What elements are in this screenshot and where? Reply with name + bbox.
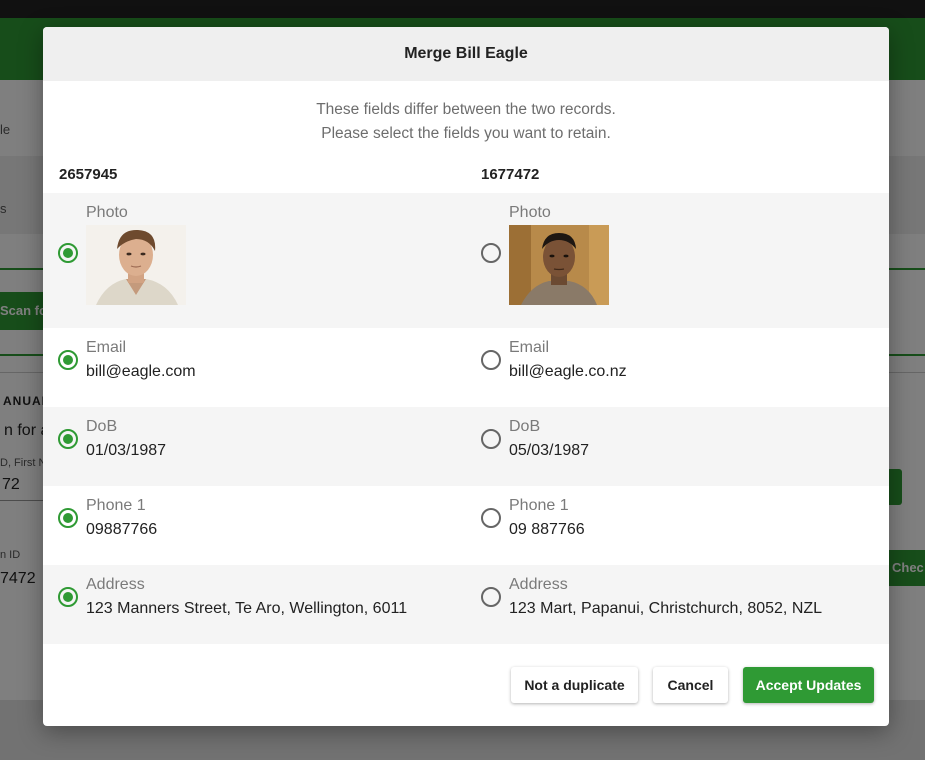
right-email-option: Email bill@eagle.co.nz xyxy=(466,328,889,407)
right-photo-option: Photo xyxy=(466,193,889,328)
left-address-radio[interactable] xyxy=(58,587,78,607)
field-label: Phone 1 xyxy=(509,497,569,514)
field-label: DoB xyxy=(509,418,541,435)
left-email-option: Email bill@eagle.com xyxy=(43,328,466,407)
left-address-option: Address 123 Manners Street, Te Aro, Well… xyxy=(43,565,466,644)
cancel-button[interactable]: Cancel xyxy=(653,667,728,703)
left-record-id: 2657945 xyxy=(59,166,118,183)
intro-line-2: Please select the fields you want to ret… xyxy=(321,125,611,142)
intro-line-1: These fields differ between the two reco… xyxy=(316,101,616,118)
field-row-email: Email bill@eagle.com Email bill@eagle.co… xyxy=(43,328,889,407)
right-phone-option: Phone 1 09 887766 xyxy=(466,486,889,565)
left-phone-radio[interactable] xyxy=(58,508,78,528)
left-dob-option: DoB 01/03/1987 xyxy=(43,407,466,486)
field-label: Photo xyxy=(86,204,128,221)
right-email-radio[interactable] xyxy=(481,350,501,370)
dialog-intro: These fields differ between the two reco… xyxy=(43,81,889,157)
left-phone-option: Phone 1 09887766 xyxy=(43,486,466,565)
right-address-radio[interactable] xyxy=(481,587,501,607)
dialog-title: Merge Bill Eagle xyxy=(43,27,889,81)
right-dob-value: 05/03/1987 xyxy=(509,442,590,459)
field-row-address: Address 123 Manners Street, Te Aro, Well… xyxy=(43,565,889,644)
left-address-value: 123 Manners Street, Te Aro, Wellington, … xyxy=(86,600,408,617)
field-row-phone: Phone 1 09887766 Phone 1 09 887766 xyxy=(43,486,889,565)
left-photo-image xyxy=(86,225,186,305)
field-label: Phone 1 xyxy=(86,497,146,514)
right-address-option: Address 123 Mart, Papanui, Christchurch,… xyxy=(466,565,889,644)
field-label: DoB xyxy=(86,418,118,435)
left-phone-value: 09887766 xyxy=(86,521,158,538)
accept-updates-button[interactable]: Accept Updates xyxy=(743,667,874,703)
right-record-id: 1677472 xyxy=(481,166,540,183)
right-phone-value: 09 887766 xyxy=(509,521,585,538)
field-label: Email xyxy=(509,339,550,356)
left-email-value: bill@eagle.com xyxy=(86,363,196,380)
left-dob-value: 01/03/1987 xyxy=(86,442,167,459)
right-email-value: bill@eagle.co.nz xyxy=(509,363,627,380)
right-phone-radio[interactable] xyxy=(481,508,501,528)
right-dob-option: DoB 05/03/1987 xyxy=(466,407,889,486)
field-label: Address xyxy=(509,576,568,593)
right-photo-image xyxy=(509,225,609,305)
field-label: Email xyxy=(86,339,127,356)
left-dob-radio[interactable] xyxy=(58,429,78,449)
right-dob-radio[interactable] xyxy=(481,429,501,449)
left-photo-option: Photo xyxy=(43,193,466,328)
field-row-dob: DoB 01/03/1987 DoB 05/03/1987 xyxy=(43,407,889,486)
field-label: Address xyxy=(86,576,145,593)
field-row-photo: Photo Photo xyxy=(43,193,889,328)
not-a-duplicate-button[interactable]: Not a duplicate xyxy=(511,667,638,703)
right-photo-radio[interactable] xyxy=(481,243,501,263)
dialog-footer: Not a duplicate Cancel Accept Updates xyxy=(43,644,889,726)
merge-dialog: Merge Bill Eagle These fields differ bet… xyxy=(43,27,889,726)
field-label: Photo xyxy=(509,204,551,221)
right-address-value: 123 Mart, Papanui, Christchurch, 8052, N… xyxy=(509,600,823,617)
left-photo-radio[interactable] xyxy=(58,243,78,263)
record-ids: 2657945 1677472 xyxy=(43,157,889,193)
left-email-radio[interactable] xyxy=(58,350,78,370)
